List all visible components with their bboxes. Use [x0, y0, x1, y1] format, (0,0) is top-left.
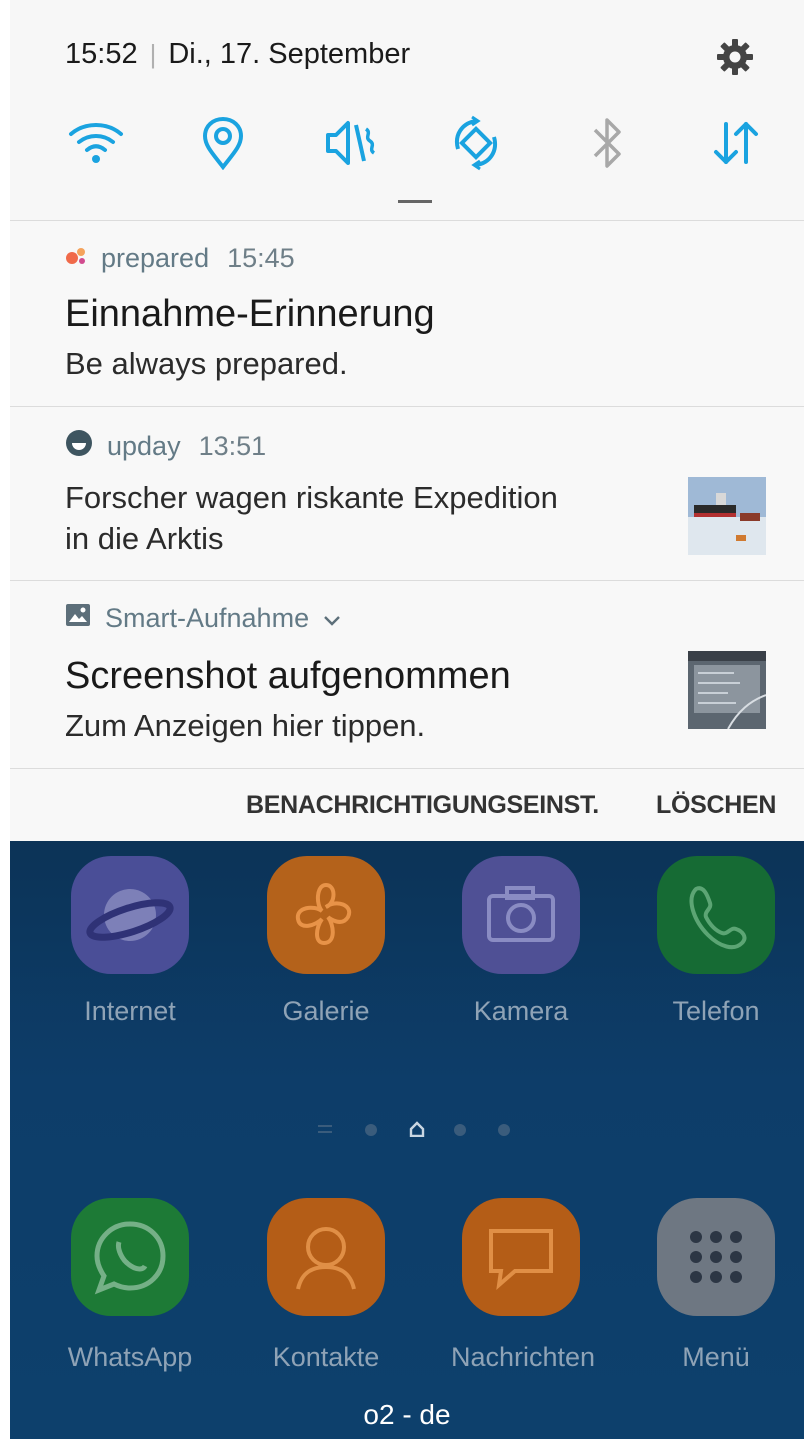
notification-time: 15:45 [227, 243, 295, 273]
gallery-icon [267, 856, 385, 974]
page-indicator-list [318, 1125, 332, 1127]
page-dot [454, 1124, 466, 1136]
location-icon[interactable] [193, 115, 253, 171]
app-menu[interactable]: Menü [646, 1198, 786, 1373]
home-page-icon [409, 1121, 425, 1142]
wifi-icon[interactable] [66, 115, 126, 171]
notification-app-name: prepared [101, 243, 210, 273]
app-label: Menü [682, 1342, 750, 1372]
notification-app-name: Smart-Aufnahme [105, 603, 310, 633]
notification-app-name: upday [107, 431, 181, 461]
bluetooth-icon[interactable] [577, 115, 637, 171]
carrier-label: o2 - de [363, 1399, 451, 1430]
chevron-down-icon[interactable] [323, 603, 341, 634]
app-label: WhatsApp [67, 1342, 193, 1372]
app-messages[interactable]: Nachrichten [451, 1198, 596, 1373]
auto-rotate-icon[interactable] [446, 115, 506, 171]
camera-icon [462, 856, 580, 974]
app-label: Galerie [282, 996, 370, 1026]
notification-actions: BENACHRICHTIGUNGSEINST. LÖSCHEN [10, 768, 804, 841]
notification-header: prepared 15:45 [65, 243, 295, 274]
app-contacts[interactable]: Kontakte [256, 1198, 396, 1373]
page-dot [365, 1124, 377, 1136]
notification-upday[interactable]: upday 13:51 Forscher wagen riskante Expe… [10, 406, 804, 581]
messages-icon [462, 1198, 580, 1316]
page-indicator [10, 1115, 804, 1145]
clock: 15:52 [65, 38, 138, 70]
notification-settings-button[interactable]: BENACHRICHTIGUNGSEINST. [246, 791, 599, 820]
whatsapp-icon [71, 1198, 189, 1316]
clock-date: 15:52 | Di., 17. September [65, 38, 410, 71]
notification-header: upday 13:51 [65, 429, 266, 464]
app-internet[interactable]: Internet [60, 856, 200, 1027]
contacts-icon [267, 1198, 385, 1316]
apps-menu-icon [657, 1198, 775, 1316]
notification-text-line: in die Arktis [65, 521, 224, 556]
internet-icon [71, 856, 189, 974]
app-label: Kontakte [272, 1342, 380, 1372]
app-gallery[interactable]: Galerie [256, 856, 396, 1027]
date: Di., 17. September [168, 38, 411, 70]
app-whatsapp[interactable]: WhatsApp [60, 1198, 200, 1373]
mobile-data-icon[interactable] [706, 115, 766, 171]
separator: | [149, 39, 157, 69]
notification-shade: 15:52 | Di., 17. September prepared 15:4… [10, 0, 804, 841]
app-label: Kamera [473, 996, 569, 1026]
image-icon [65, 603, 91, 634]
phone-icon [657, 856, 775, 974]
app-label: Telefon [672, 996, 760, 1026]
notification-text: Be always prepared. [65, 346, 348, 381]
screenshot-thumbnail [688, 651, 766, 729]
notification-prepared[interactable]: prepared 15:45 Einnahme-Erinnerung Be al… [10, 220, 804, 407]
vibrate-icon[interactable] [320, 115, 380, 171]
app-phone[interactable]: Telefon [646, 856, 786, 1027]
gear-icon[interactable] [716, 38, 754, 76]
page-dot [498, 1124, 510, 1136]
notification-text: Forscher wagen riskante Expedition in di… [65, 477, 558, 559]
upday-app-icon [65, 429, 93, 464]
notification-screenshot[interactable]: Smart-Aufnahme Screenshot aufgenommen Zu… [10, 580, 804, 769]
news-thumbnail [688, 477, 766, 555]
notification-text: Zum Anzeigen hier tippen. [65, 708, 426, 743]
notification-header: Smart-Aufnahme [65, 603, 341, 634]
notification-time: 13:51 [198, 431, 267, 461]
quick-panel: 15:52 | Di., 17. September [10, 0, 804, 220]
app-label: Nachrichten [451, 1342, 596, 1372]
home-screen: Internet Galerie Kamera Telefon WhatsApp [10, 840, 804, 1439]
notification-title: Einnahme-Erinnerung [65, 293, 435, 335]
notification-title: Screenshot aufgenommen [65, 655, 511, 697]
app-camera[interactable]: Kamera [451, 856, 591, 1027]
notification-text-line: Forscher wagen riskante Expedition [65, 480, 558, 515]
drag-handle[interactable] [398, 200, 432, 203]
app-label: Internet [84, 996, 176, 1026]
prepared-app-icon [65, 243, 87, 274]
clear-all-button[interactable]: LÖSCHEN [656, 791, 776, 820]
